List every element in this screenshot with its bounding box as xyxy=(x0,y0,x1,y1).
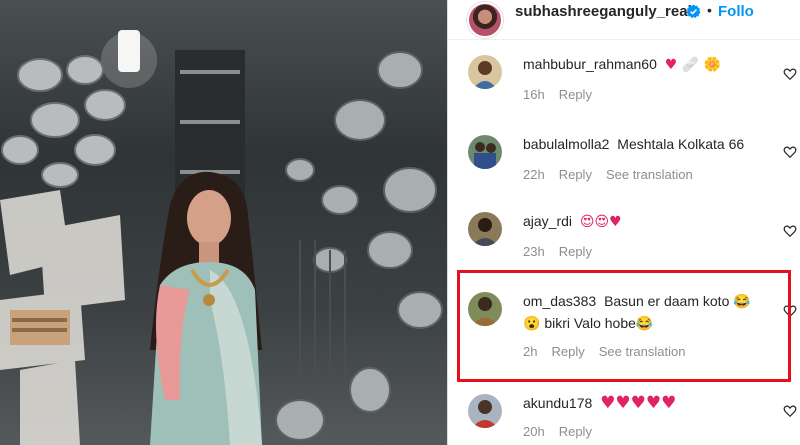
commenter-avatar[interactable] xyxy=(468,135,502,169)
commenter-avatar[interactable] xyxy=(468,55,502,89)
comment-text: ajay_rdi 😍😍♥ xyxy=(523,210,773,233)
reply-button[interactable]: Reply xyxy=(559,87,592,102)
like-heart-icon[interactable] xyxy=(783,145,797,159)
author-avatar[interactable] xyxy=(467,2,503,38)
reply-button[interactable]: Reply xyxy=(551,344,584,359)
comment-text: akundu178 ♥♥♥♥♥ xyxy=(523,392,773,414)
like-heart-icon[interactable] xyxy=(783,224,797,238)
comment-text: babulalmolla2 Meshtala Kolkata 66 xyxy=(523,133,773,155)
comment-time: 22h xyxy=(523,167,545,182)
comment-item: mahbubur_rahman60 ♥ 🩹 🌼 16h Reply xyxy=(448,53,800,125)
comment-body: Basun er daam koto 😂 xyxy=(604,293,751,309)
see-translation-button[interactable]: See translation xyxy=(599,344,686,359)
comment-username[interactable]: mahbubur_rahman60 xyxy=(523,56,657,72)
comment-username[interactable]: om_das383 xyxy=(523,293,596,309)
comment-meta: 2h Reply See translation xyxy=(523,344,685,359)
comment-text: om_das383 Basun er daam koto 😂 😮 bikri V… xyxy=(523,290,773,334)
reply-button[interactable]: Reply xyxy=(559,424,592,439)
comment-meta: 23h Reply xyxy=(523,244,592,259)
verified-badge-icon xyxy=(686,4,701,19)
follow-button[interactable]: Follo xyxy=(718,3,754,20)
comment-text: mahbubur_rahman60 ♥ 🩹 🌼 xyxy=(523,53,773,76)
comments-panel: subhashreeganguly_real • Follo mahbubur_… xyxy=(447,0,800,445)
comment-username[interactable]: akundu178 xyxy=(523,395,592,411)
comment-username[interactable]: babulalmolla2 xyxy=(523,136,609,152)
comment-body-line2: 😮 bikri Valo hobe😂 xyxy=(523,315,654,331)
comment-time: 20h xyxy=(523,424,545,439)
comment-username[interactable]: ajay_rdi xyxy=(523,213,572,229)
comment-time: 23h xyxy=(523,244,545,259)
comment-meta: 20h Reply xyxy=(523,424,592,439)
author-username[interactable]: subhashreeganguly_real xyxy=(515,3,692,20)
like-heart-icon[interactable] xyxy=(783,304,797,318)
comment-body: Meshtala Kolkata 66 xyxy=(617,136,745,152)
comment-time: 2h xyxy=(523,344,538,359)
comment-item: akundu178 ♥♥♥♥♥ 20h Reply xyxy=(448,392,800,445)
comment-meta: 22h Reply See translation xyxy=(523,167,693,182)
comment-item-highlighted: om_das383 Basun er daam koto 😂 😮 bikri V… xyxy=(448,290,800,370)
photo-illustration xyxy=(0,30,443,445)
comment-item: babulalmolla2 Meshtala Kolkata 66 22h Re… xyxy=(448,133,800,205)
commenter-avatar[interactable] xyxy=(468,212,502,246)
see-translation-button[interactable]: See translation xyxy=(606,167,693,182)
like-heart-icon[interactable] xyxy=(783,404,797,418)
post-photo xyxy=(0,0,447,445)
like-heart-icon[interactable] xyxy=(783,67,797,81)
header-separator: • xyxy=(707,2,712,18)
commenter-avatar[interactable] xyxy=(468,292,502,326)
post-header: subhashreeganguly_real • Follo xyxy=(448,0,800,40)
reply-button[interactable]: Reply xyxy=(559,167,592,182)
comment-body: ♥ 🩹 🌼 xyxy=(664,57,722,73)
comment-time: 16h xyxy=(523,87,545,102)
comment-meta: 16h Reply xyxy=(523,87,592,102)
commenter-avatar[interactable] xyxy=(468,394,502,428)
comment-body: ♥♥♥♥♥ xyxy=(600,393,677,413)
comment-item: ajay_rdi 😍😍♥ 23h Reply xyxy=(448,210,800,282)
comment-body: 😍😍♥ xyxy=(579,214,622,230)
reply-button[interactable]: Reply xyxy=(559,244,592,259)
